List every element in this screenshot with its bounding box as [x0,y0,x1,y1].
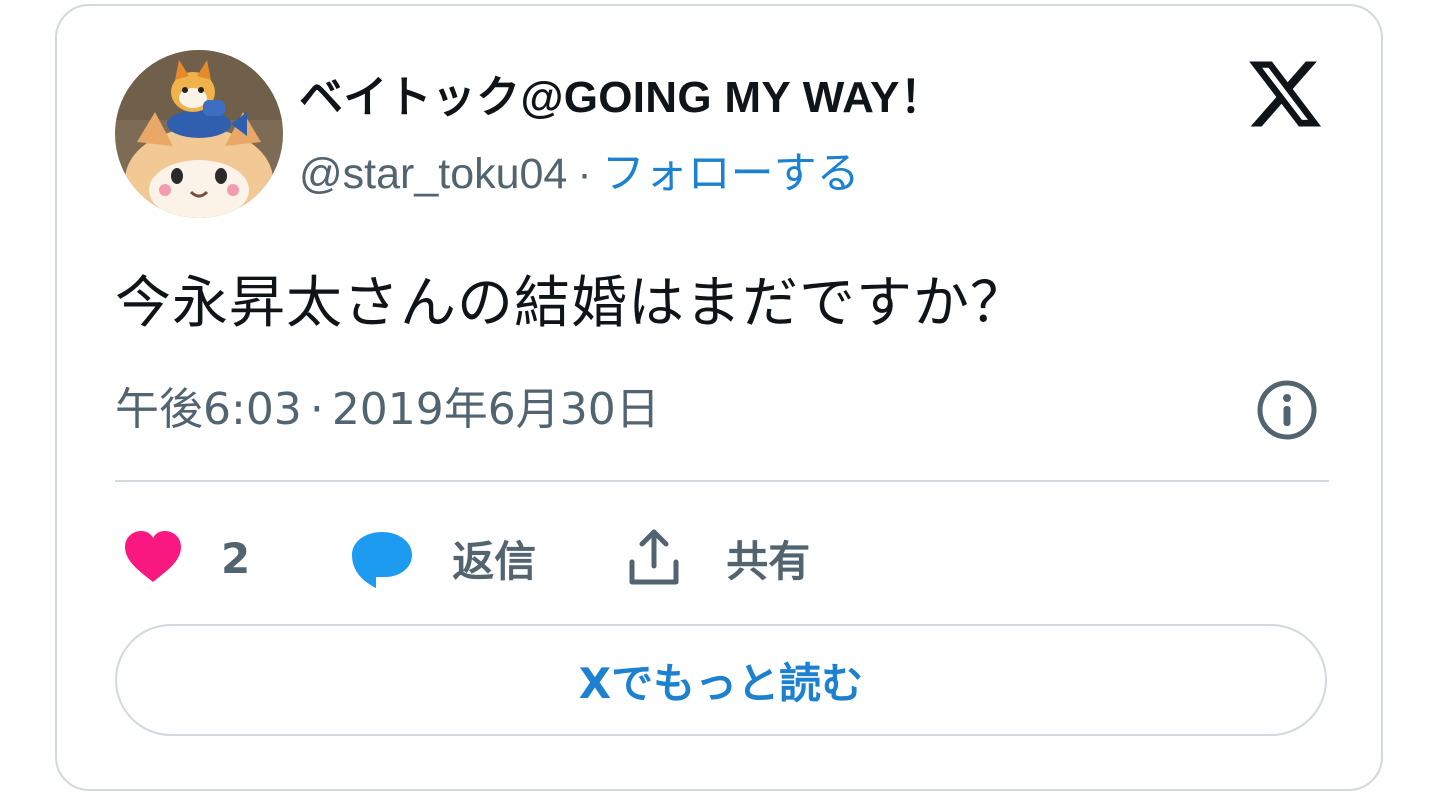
read-more-button[interactable]: Xでもっと読む [115,624,1327,736]
like-count: 2 [221,533,251,583]
tweet-actions: 2 返信 共有 [115,520,810,596]
like-button[interactable]: 2 [121,526,250,590]
share-upload-icon [629,529,679,585]
tweet-text: 今永昇太さんの結婚はまだですか？ [115,271,1027,336]
share-button[interactable]: 共有 [622,526,810,590]
reply-button[interactable]: 返信 [350,526,536,590]
x-logo-icon[interactable] [1245,54,1325,134]
reply-label: 返信 [452,536,537,586]
info-icon[interactable] [1255,378,1319,442]
follow-link[interactable]: フォローする [602,150,860,198]
tweet-date: 2019年6月30日 [331,384,660,435]
tweet-timestamp[interactable]: 午後6:03 · 2019年6月30日 [115,378,660,442]
speech-bubble-icon [352,532,413,588]
tweet-embed-card: ベイトック@GOING MY WAY！ @star_toku04 · フォローする … [55,4,1383,791]
separator-dot: · [309,384,324,435]
heart-icon [125,531,181,582]
divider [115,480,1329,482]
share-label: 共有 [726,536,811,586]
author-display-name[interactable]: ベイトック@GOING MY WAY！ [299,68,944,128]
avatar[interactable] [115,50,283,218]
author-handle-row: @star_toku04 · フォローする [299,144,860,204]
separator-dot: · [577,150,592,198]
mascot-avatar-image [115,50,283,218]
tweet-time: 午後6:03 [115,384,302,435]
author-handle[interactable]: @star_toku04 [299,150,567,198]
